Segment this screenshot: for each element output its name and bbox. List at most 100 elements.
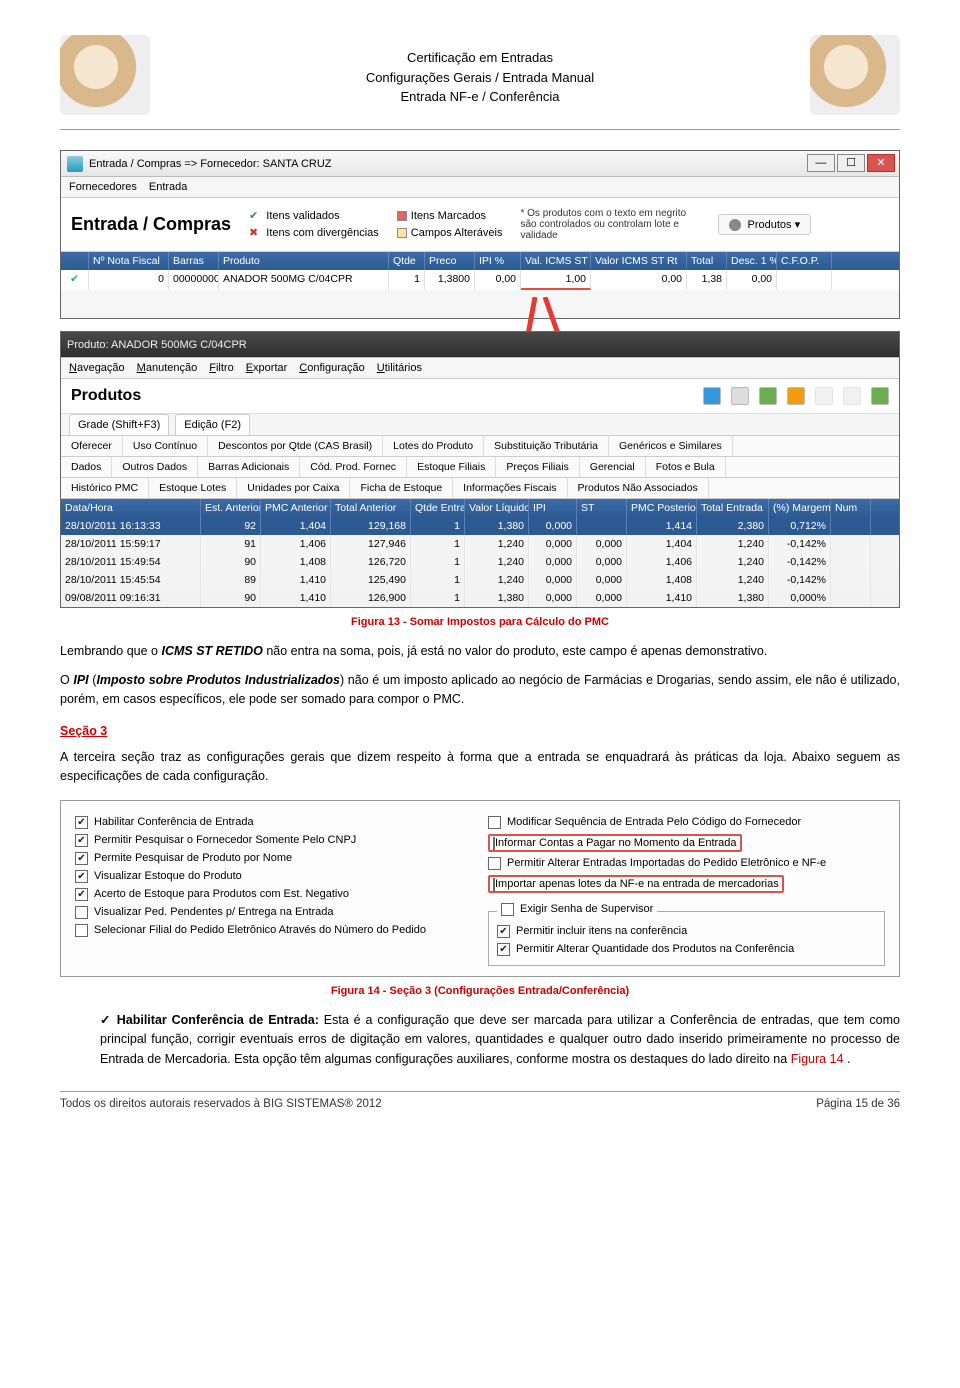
row-desc: 0,00 [727, 270, 777, 290]
bullet-habilitar-conferencia: Habilitar Conferência de Entrada: Esta é… [100, 1011, 900, 1069]
hist-row[interactable]: 28/10/2011 15:59:17911,406127,94611,2400… [61, 535, 899, 553]
checkbox[interactable] [75, 870, 88, 883]
config-option: Permitir Pesquisar o Fornecedor Somente … [75, 834, 472, 847]
toolbar-icon-6[interactable] [843, 387, 861, 405]
toolbar-icon-1[interactable] [703, 387, 721, 405]
bullet-em: Entrada de Mercadoria. [100, 1052, 231, 1066]
bullet-body-3: . [847, 1052, 850, 1066]
highlighted-config-row: Informar Contas a Pagar no Momento da En… [488, 834, 742, 852]
checkbox[interactable] [75, 924, 88, 937]
minimize-button[interactable]: — [807, 154, 835, 172]
tab-produtos-n-o-associados[interactable]: Produtos Não Associados [568, 478, 709, 498]
window-icon [67, 156, 83, 172]
paragraph-1: Lembrando que o ICMS ST RETIDO não entra… [60, 642, 900, 661]
grid-header-row: Nº Nota Fiscal Barras Produto Qtde Preco… [61, 252, 899, 270]
menu-utilitarios[interactable]: Utilitários [377, 362, 422, 374]
maximize-button[interactable]: ☐ [837, 154, 865, 172]
tab-ficha-de-estoque[interactable]: Ficha de Estoque [350, 478, 453, 498]
toolbar-icon-3[interactable] [759, 387, 777, 405]
tab-outros-dados[interactable]: Outros Dados [112, 457, 198, 477]
toolbar-icon-4[interactable] [787, 387, 805, 405]
config-option: Permitir Alterar Quantidade dos Produtos… [497, 943, 876, 956]
config-option: Permitir incluir itens na conferência [497, 925, 876, 938]
row-cfop [777, 270, 832, 290]
tab-gen-ricos-e-similares[interactable]: Genéricos e Similares [609, 436, 733, 456]
col-nf: Nº Nota Fiscal [89, 252, 169, 270]
toolbar-icon-5[interactable] [815, 387, 833, 405]
hist-row[interactable]: 28/10/2011 16:13:33921,404129,16811,3800… [61, 517, 899, 535]
tab-uso-cont-nuo[interactable]: Uso Contínuo [123, 436, 208, 456]
checkbox[interactable] [75, 888, 88, 901]
tab-hist-rico-pmc[interactable]: Histórico PMC [61, 478, 149, 498]
checkmark-icon [100, 1013, 117, 1027]
produto-window: Produto: ANADOR 500MG C/04CPR Navegação … [60, 331, 900, 608]
menu-entrada[interactable]: Entrada [149, 181, 188, 193]
checkbox[interactable] [497, 925, 510, 938]
row-check-icon: ✔ [61, 270, 89, 290]
hist-row[interactable]: 09/08/2011 09:16:31901,410126,90011,3800… [61, 589, 899, 607]
grid-data-row[interactable]: ✔ 0 00000000202! ANADOR 500MG C/04CPR 1 … [61, 270, 899, 290]
checkbox[interactable] [75, 852, 88, 865]
row-preco: 1,3800 [425, 270, 475, 290]
subtab-edicao[interactable]: Edição (F2) [175, 414, 250, 435]
tab-c-d-prod-fornec[interactable]: Cód. Prod. Fornec [300, 457, 407, 477]
checkbox[interactable] [488, 816, 501, 829]
row-nf: 0 [89, 270, 169, 290]
hist-row[interactable]: 28/10/2011 15:49:54901,408126,72011,2400… [61, 553, 899, 571]
config-right-column: Modificar Sequência de Entrada Pelo Códi… [480, 807, 893, 970]
checkbox[interactable] [75, 816, 88, 829]
tab-pre-os-filiais[interactable]: Preços Filiais [496, 457, 579, 477]
close-button[interactable]: ✕ [867, 154, 895, 172]
header-illustration-left [60, 35, 150, 115]
tab-fotos-e-bula[interactable]: Fotos e Bula [646, 457, 726, 477]
config-option: Permitir Alterar Entradas Importadas do … [488, 857, 885, 870]
menu-fornecedores[interactable]: Fornecedores [69, 181, 137, 193]
col-qtde: Qtde [389, 252, 425, 270]
tab-unidades-por-caixa[interactable]: Unidades por Caixa [237, 478, 350, 498]
config-label: Importar apenas lotes da NF-e na entrada… [495, 878, 779, 890]
menu-configuracao[interactable]: Configuração [299, 362, 364, 374]
menu-manutencao[interactable]: Manutenção [137, 362, 198, 374]
checkbox[interactable] [75, 834, 88, 847]
paragraph-3: A terceira seção traz as configurações g… [60, 748, 900, 786]
fieldset-checkbox[interactable] [501, 903, 514, 916]
tab-substitui-o-tribut-ria[interactable]: Substituição Tributária [484, 436, 609, 456]
toolbar-icon-7[interactable] [871, 387, 889, 405]
tab-oferecer[interactable]: Oferecer [61, 436, 123, 456]
header-line-2: Configurações Gerais / Entrada Manual [60, 68, 900, 88]
tab-dados[interactable]: Dados [61, 457, 112, 477]
row-qtde: 1 [389, 270, 425, 290]
ribbon-title: Entrada / Compras [71, 214, 231, 235]
row-barras: 00000000202! [169, 270, 219, 290]
figure-13: Entrada / Compras => Fornecedor: SANTA C… [60, 150, 900, 628]
fieldset-legend-label: Exigir Senha de Supervisor [520, 903, 653, 915]
tab-barras-adicionais[interactable]: Barras Adicionais [198, 457, 300, 477]
gear-icon [729, 219, 741, 231]
footer-left: Todos os direitos autorais reservados à … [60, 1098, 382, 1110]
checkbox[interactable] [75, 906, 88, 919]
tab-lotes-do-produto[interactable]: Lotes do Produto [383, 436, 484, 456]
subtab-grade[interactable]: Grade (Shift+F3) [69, 414, 169, 435]
tab-estoque-lotes[interactable]: Estoque Lotes [149, 478, 237, 498]
menu-exportar[interactable]: Exportar [246, 362, 288, 374]
config-label: Visualizar Ped. Pendentes p/ Entrega na … [94, 906, 334, 918]
toolbar-icon-2[interactable] [731, 387, 749, 405]
row-ipi: 0,00 [475, 270, 521, 290]
col-desc: Desc. 1 % [727, 252, 777, 270]
supervisor-fieldset: Exigir Senha de Supervisor Permitir incl… [488, 911, 885, 966]
hist-row[interactable]: 28/10/2011 15:45:54891,410125,49011,2400… [61, 571, 899, 589]
produtos-dropdown[interactable]: Produtos ▾ [718, 214, 811, 235]
tab-gerencial[interactable]: Gerencial [580, 457, 646, 477]
window-title: Entrada / Compras => Fornecedor: SANTA C… [89, 158, 332, 170]
tab-descontos-por-qtde-cas-brasil-[interactable]: Descontos por Qtde (CAS Brasil) [208, 436, 383, 456]
checkbox[interactable] [488, 857, 501, 870]
menu-navegacao[interactable]: Navegação [69, 362, 125, 374]
hist-col: Est. Anterior [201, 499, 261, 517]
tab-informa-es-fiscais[interactable]: Informações Fiscais [453, 478, 567, 498]
menu-filtro[interactable]: Filtro [209, 362, 233, 374]
hist-col: IPI [529, 499, 577, 517]
config-label: Permitir incluir itens na conferência [516, 925, 687, 937]
checkbox[interactable] [497, 943, 510, 956]
tab-estoque-filiais[interactable]: Estoque Filiais [407, 457, 496, 477]
config-option: Modificar Sequência de Entrada Pelo Códi… [488, 816, 885, 829]
